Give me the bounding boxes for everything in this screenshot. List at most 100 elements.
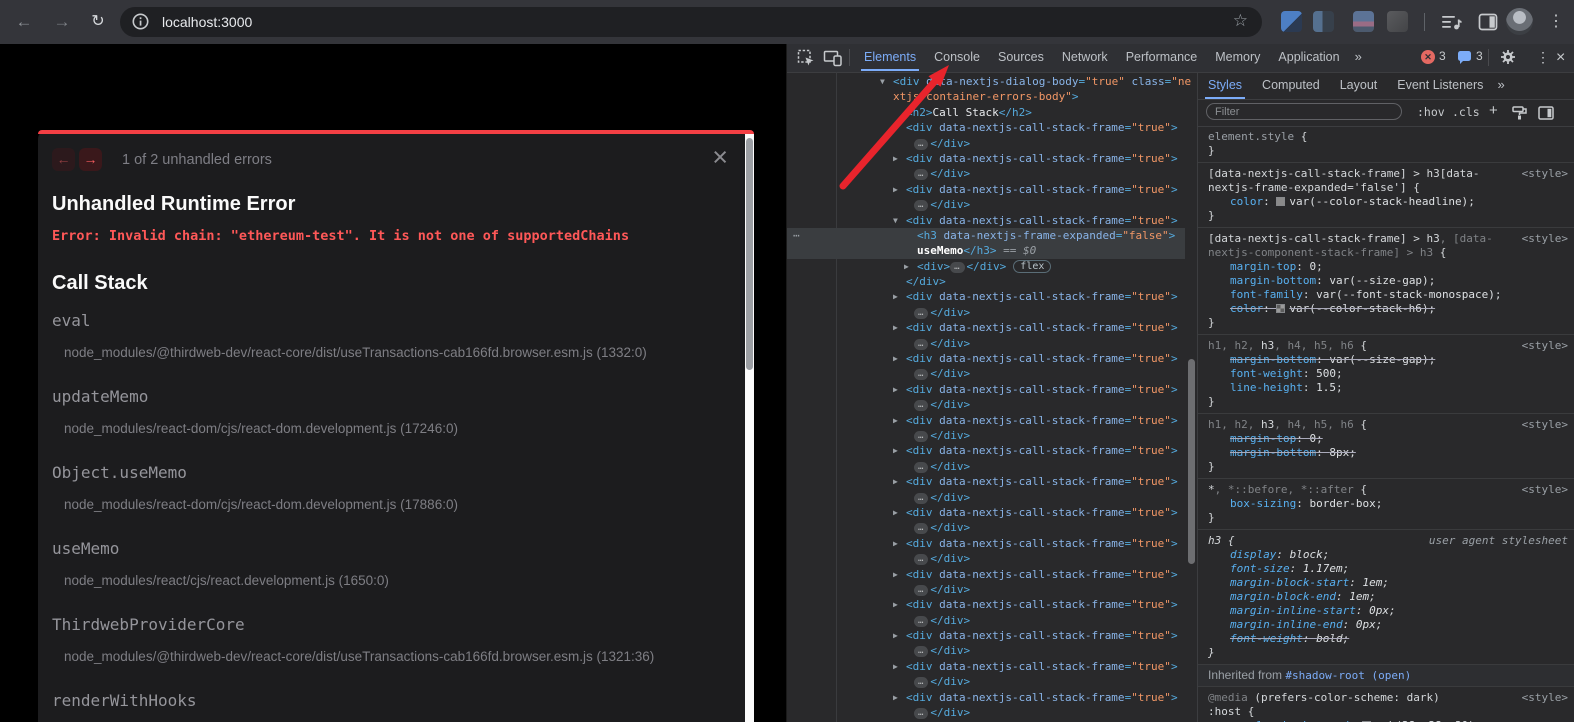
disclosure-arrow-icon[interactable]: ▶ <box>893 597 898 612</box>
tab-layout[interactable]: Layout <box>1330 72 1388 99</box>
tree-row[interactable]: ▶<div data-nextjs-call-stack-frame="true… <box>787 120 1197 135</box>
tab-console[interactable]: Console <box>925 44 989 71</box>
collapsed-content-icon[interactable]: … <box>914 400 928 411</box>
css-declaration[interactable]: display: block; <box>1208 548 1568 562</box>
collapsed-content-icon[interactable]: … <box>914 431 928 442</box>
devtools-menu-icon[interactable]: ⋮ <box>1536 49 1550 66</box>
tree-row[interactable]: ⋯<h3 data-nextjs-frame-expanded="false"> <box>787 228 1185 243</box>
tree-row[interactable]: …</div> <box>787 520 1197 535</box>
tab-styles[interactable]: Styles <box>1198 72 1252 99</box>
tree-row[interactable]: …</div> <box>787 336 1197 351</box>
rule-origin-link[interactable]: <style> <box>1522 418 1568 432</box>
rule-origin-link[interactable]: <style> <box>1522 232 1568 246</box>
collapsed-content-icon[interactable]: … <box>914 200 928 211</box>
css-declaration[interactable]: font-family: var(--font-stack-monospace)… <box>1208 288 1568 302</box>
rule-origin-link[interactable]: <style> <box>1522 339 1568 353</box>
tree-row[interactable]: ▶<div data-nextjs-call-stack-frame="true… <box>787 182 1197 197</box>
collapsed-content-icon[interactable]: … <box>914 169 928 180</box>
previous-error-button[interactable]: ← <box>52 148 75 171</box>
disclosure-arrow-icon[interactable]: ▶ <box>893 628 898 643</box>
styles-filter-input[interactable] <box>1206 103 1402 120</box>
tree-row[interactable]: ▶<div data-nextjs-call-stack-frame="true… <box>787 289 1197 304</box>
disclosure-arrow-icon[interactable]: ▶ <box>893 690 898 705</box>
tree-row[interactable]: ▶<div data-nextjs-call-stack-frame="true… <box>787 505 1197 520</box>
style-rule[interactable]: <style>[data-nextjs-call-stack-frame] > … <box>1198 228 1574 335</box>
disclosure-arrow-icon[interactable]: ▼ <box>880 74 885 89</box>
css-declaration[interactable]: margin-block-end: 1em; <box>1208 590 1568 604</box>
rule-origin-link[interactable]: user agent stylesheet <box>1429 534 1568 548</box>
tree-row[interactable]: ▶<div data-nextjs-call-stack-frame="true… <box>787 413 1197 428</box>
console-error-icon[interactable]: ✕ <box>1421 50 1435 64</box>
css-declaration[interactable]: margin-inline-start: 0px; <box>1208 604 1568 618</box>
devtools-close-icon[interactable]: × <box>1556 49 1565 67</box>
collapsed-content-icon[interactable]: … <box>914 616 928 627</box>
disclosure-arrow-icon[interactable]: ▶ <box>893 289 898 304</box>
disclosure-arrow-icon[interactable]: ▶ <box>893 182 898 197</box>
collapsed-content-icon[interactable]: … <box>914 462 928 473</box>
disclosure-arrow-icon[interactable]: ▶ <box>893 413 898 428</box>
back-icon[interactable]: ← <box>12 10 36 34</box>
tree-row[interactable]: …</div> <box>787 366 1197 381</box>
collapsed-content-icon[interactable]: … <box>914 493 928 504</box>
tree-row[interactable]: ▶<div data-nextjs-call-stack-frame="true… <box>787 443 1197 458</box>
collapsed-content-icon[interactable]: … <box>950 262 964 273</box>
style-rule[interactable]: <style>*, *::before, *::after {box-sizin… <box>1198 479 1574 530</box>
disclosure-arrow-icon[interactable]: ▶ <box>893 443 898 458</box>
tab-elements[interactable]: Elements <box>855 44 925 71</box>
collapsed-content-icon[interactable]: … <box>914 554 928 565</box>
css-declaration[interactable]: font-size: 1.17em; <box>1208 562 1568 576</box>
css-declaration[interactable]: margin-top: 0; <box>1208 260 1568 274</box>
reload-icon[interactable]: ↻ <box>86 10 110 34</box>
disclosure-arrow-icon[interactable]: ▶ <box>893 474 898 489</box>
extension-icon[interactable] <box>1281 11 1302 32</box>
tab-memory[interactable]: Memory <box>1206 44 1269 71</box>
tree-row[interactable]: ▶<div data-nextjs-call-stack-frame="true… <box>787 474 1197 489</box>
rendering-emulations-icon[interactable] <box>1512 106 1527 120</box>
next-error-button[interactable]: → <box>79 148 102 171</box>
computed-sidebar-toggle-icon[interactable] <box>1538 106 1554 120</box>
tree-row[interactable]: useMemo</h3> == $0 <box>787 243 1185 258</box>
tree-row[interactable]: ▶<div data-nextjs-call-stack-frame="true… <box>787 659 1197 674</box>
tree-row[interactable]: …</div> <box>787 613 1197 628</box>
tree-row[interactable]: ▶<div data-nextjs-call-stack-frame="true… <box>787 382 1197 397</box>
tree-row[interactable]: …</div> <box>787 397 1197 412</box>
elements-scrollbar-thumb[interactable] <box>1188 359 1195 564</box>
tree-row[interactable]: ▶<div data-nextjs-call-stack-frame="true… <box>787 151 1197 166</box>
disclosure-arrow-icon[interactable]: ▶ <box>893 382 898 397</box>
css-declaration[interactable]: margin-bottom: var(--size-gap); <box>1208 353 1568 367</box>
css-declaration[interactable]: color: var(--color-stack-headline); <box>1208 195 1568 209</box>
collapsed-content-icon[interactable]: … <box>914 585 928 596</box>
tree-row[interactable]: …</div> <box>787 136 1197 151</box>
tree-row[interactable]: …</div> <box>787 305 1197 320</box>
disclosure-arrow-icon[interactable]: ▶ <box>893 505 898 520</box>
style-rule[interactable]: <style>@media (prefers-color-scheme: dar… <box>1198 687 1574 722</box>
bookmark-star-icon[interactable]: ☆ <box>1233 11 1248 31</box>
tree-row[interactable]: …</div> <box>787 674 1197 689</box>
browser-menu-icon[interactable]: ⋮ <box>1546 10 1566 34</box>
tab-sources[interactable]: Sources <box>989 44 1053 71</box>
node-menu-icon[interactable]: ⋯ <box>793 228 801 243</box>
collapsed-content-icon[interactable]: … <box>914 523 928 534</box>
forward-icon[interactable]: → <box>50 10 74 34</box>
site-info-icon[interactable] <box>132 13 149 30</box>
console-message-icon[interactable] <box>1458 51 1471 61</box>
tree-row[interactable]: …</div> <box>787 459 1197 474</box>
disclosure-arrow-icon[interactable]: ▶ <box>893 567 898 582</box>
disclosure-arrow-icon[interactable]: ▶ <box>893 351 898 366</box>
style-rule[interactable]: <style>[data-nextjs-call-stack-frame] > … <box>1198 163 1574 228</box>
collapsed-content-icon[interactable]: … <box>914 708 928 719</box>
css-declaration[interactable]: box-sizing: border-box; <box>1208 497 1568 511</box>
tab-event-listeners[interactable]: Event Listeners <box>1387 72 1493 99</box>
more-tabs-icon[interactable]: » <box>1349 44 1368 71</box>
tab-computed[interactable]: Computed <box>1252 72 1330 99</box>
rule-origin-link[interactable]: <style> <box>1522 167 1568 181</box>
more-tabs-icon[interactable]: » <box>1493 72 1508 99</box>
tree-row[interactable]: ▶<div data-nextjs-call-stack-frame="true… <box>787 628 1197 643</box>
collapsed-content-icon[interactable]: … <box>914 369 928 380</box>
tree-row[interactable]: …</div> <box>787 551 1197 566</box>
css-declaration[interactable]: color: var(--color-stack-h6); <box>1208 302 1568 316</box>
tree-row[interactable]: ▶<div data-nextjs-call-stack-frame="true… <box>787 320 1197 335</box>
disclosure-arrow-icon[interactable]: ▶ <box>893 151 898 166</box>
settings-gear-icon[interactable] <box>1500 49 1516 65</box>
close-overlay-icon[interactable]: × <box>712 144 728 171</box>
